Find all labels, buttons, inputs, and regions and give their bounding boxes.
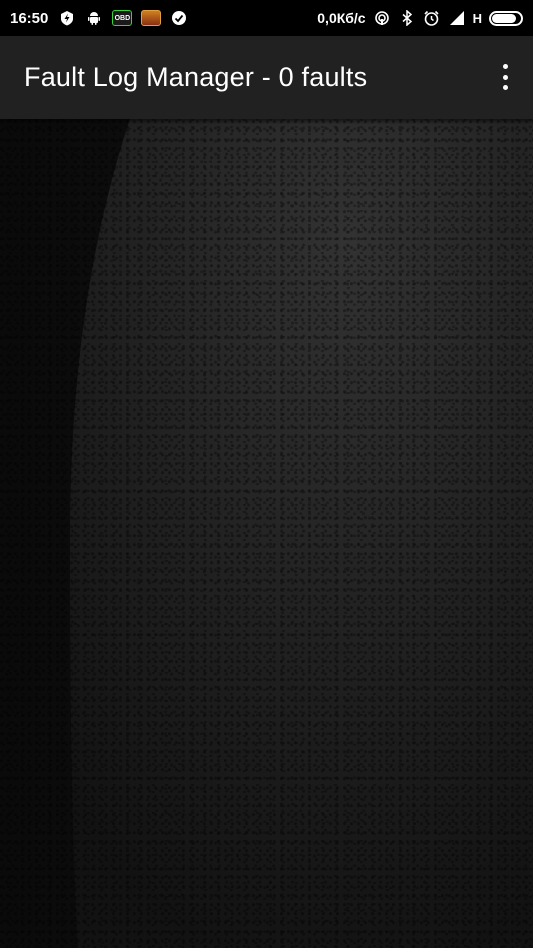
car-app-icon [141, 10, 162, 26]
network-type: H [472, 10, 482, 26]
page-title: Fault Log Manager - 0 faults [24, 62, 368, 92]
app-toolbar: Fault Log Manager - 0 faults [0, 36, 533, 119]
check-circle-icon [170, 9, 188, 27]
menu-dot [502, 85, 508, 90]
menu-dot [502, 64, 508, 69]
charging-bolt-icon [58, 9, 76, 27]
battery-level [492, 13, 516, 23]
alarm-clock-icon [423, 9, 441, 27]
more-vertical-icon[interactable] [499, 64, 511, 90]
bluetooth-icon [398, 9, 416, 27]
menu-dot [502, 74, 508, 80]
status-time: 16:50 [10, 9, 49, 27]
status-bar: 16:50 OBD 0,0Кб/с H [0, 0, 533, 36]
hotspot-icon [373, 9, 391, 27]
obd-app-icon: OBD [112, 10, 133, 26]
fault-list-area [0, 119, 533, 948]
system-icons: 0,0Кб/с H [317, 9, 523, 27]
notification-icons: OBD [58, 9, 188, 27]
battery-icon [489, 10, 523, 26]
network-speed: 0,0Кб/с [317, 10, 366, 26]
android-icon [85, 9, 103, 27]
signal-bars-icon [448, 9, 466, 27]
background-grain [0, 119, 533, 948]
